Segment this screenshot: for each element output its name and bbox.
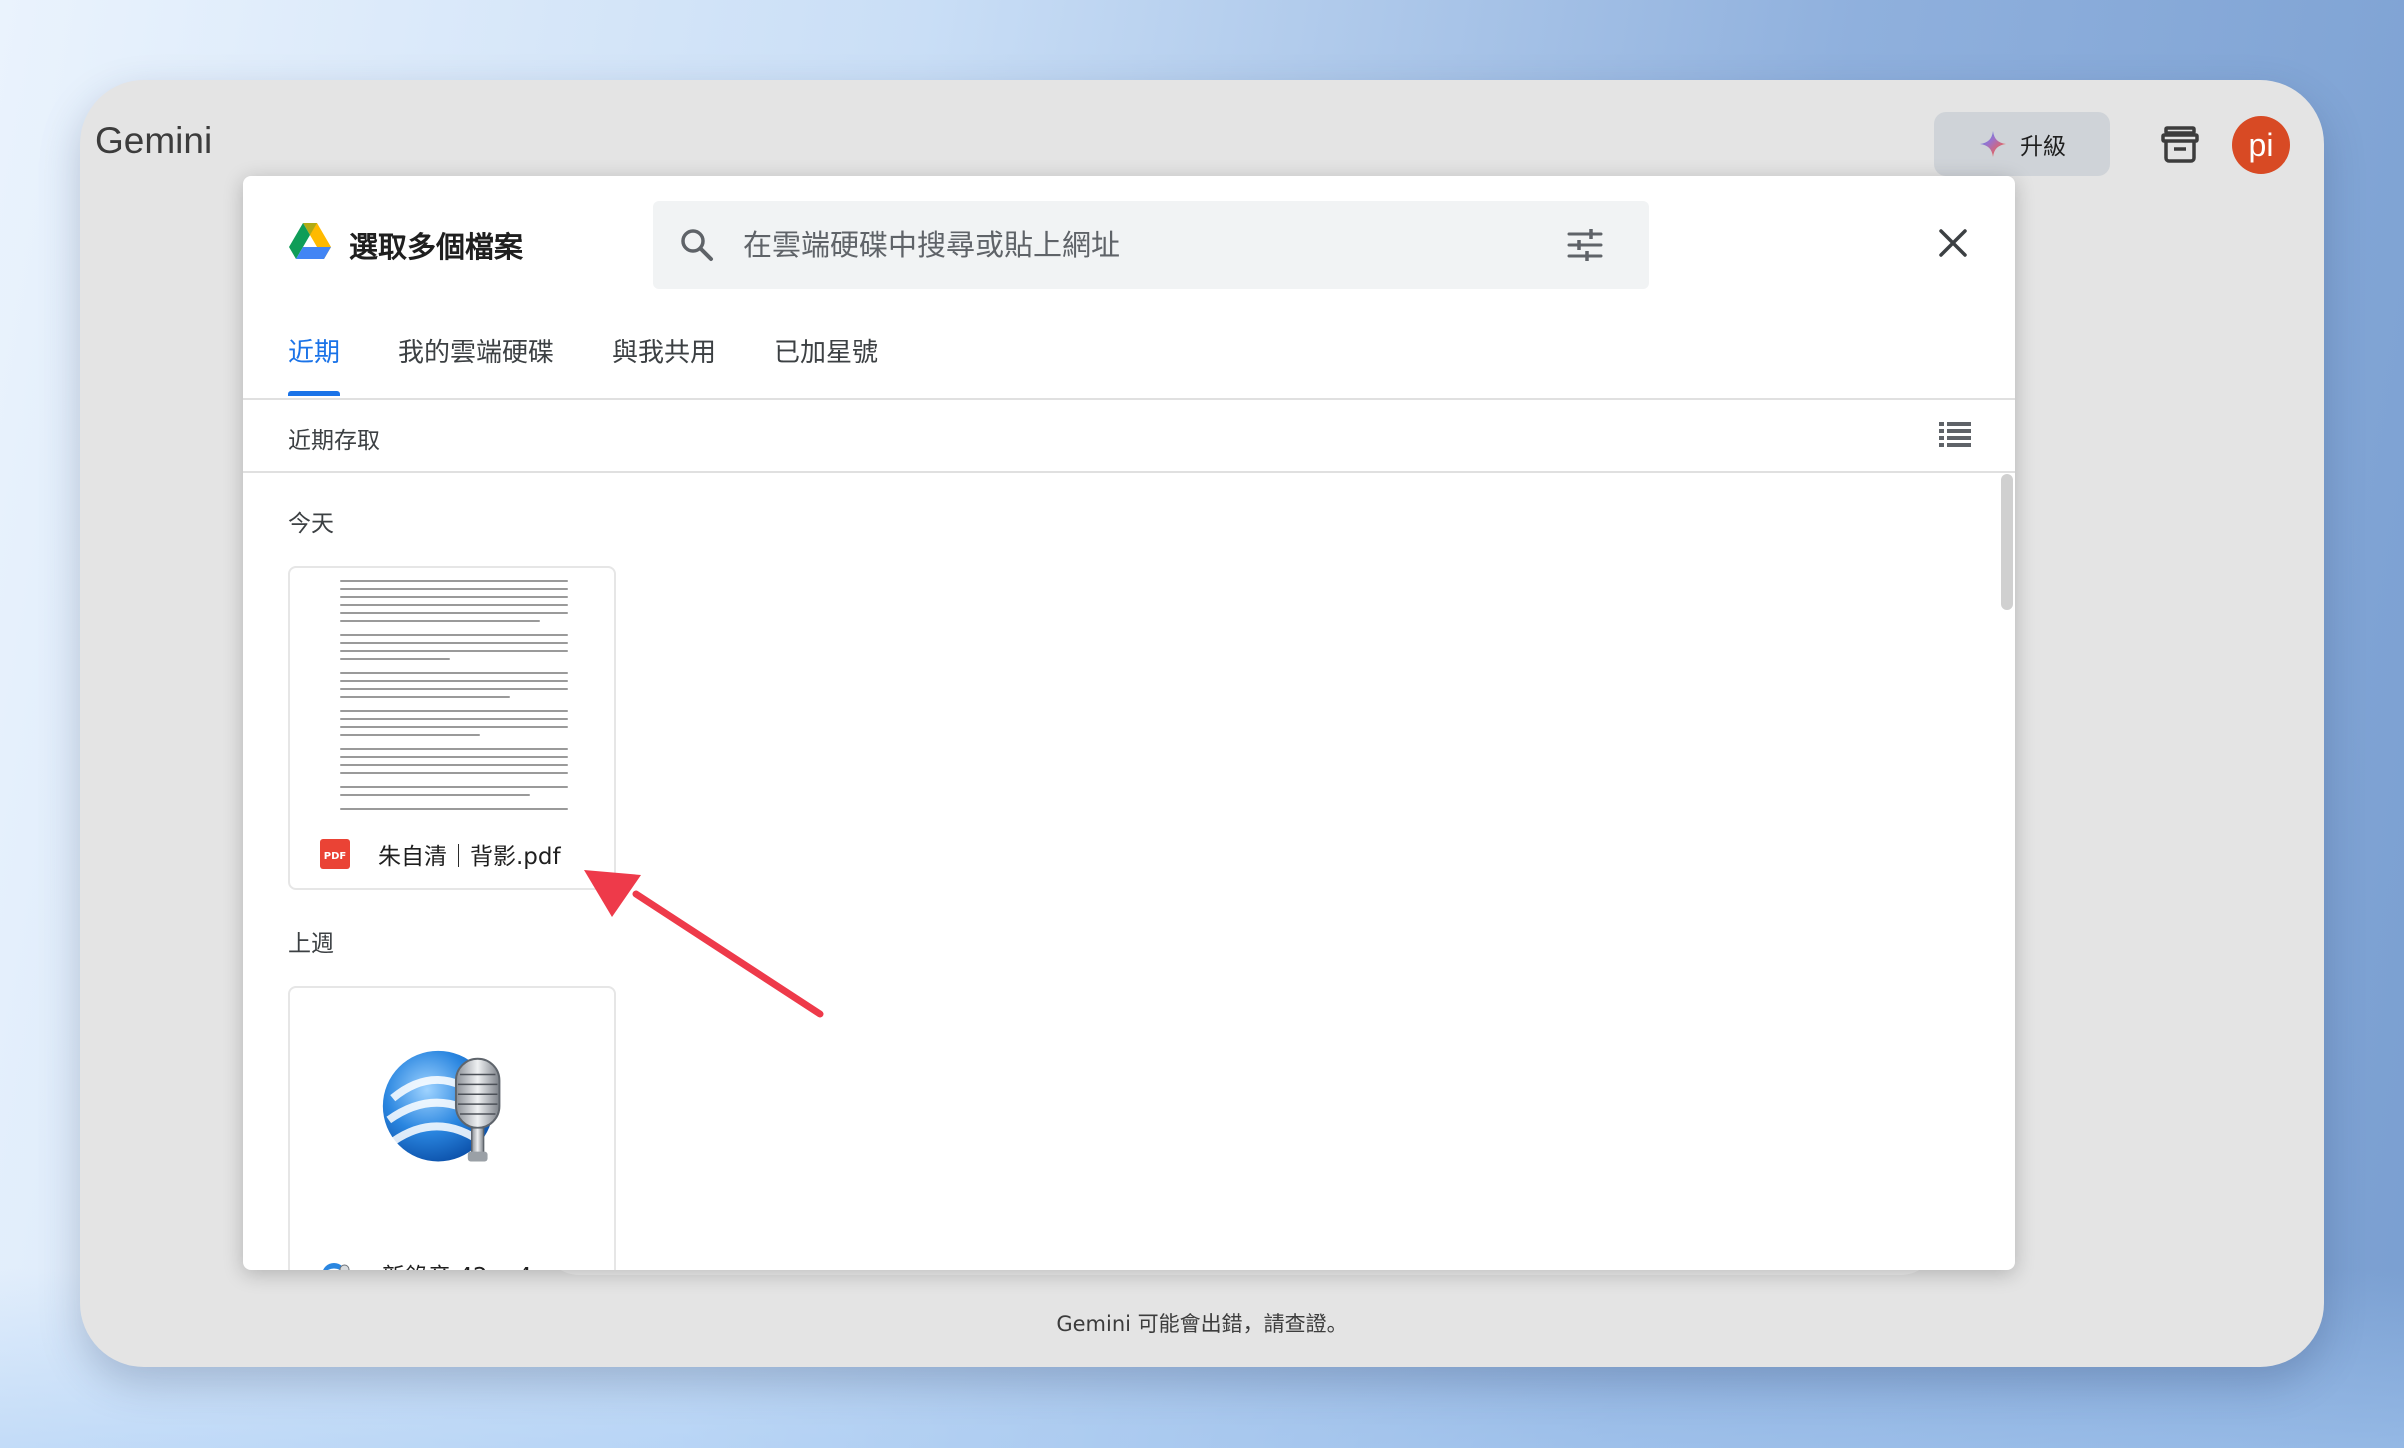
file-picker-dialog: 選取多個檔案 近期 我的雲端硬碟 與我共用 已加星號 [243,176,2015,1270]
tab-starred[interactable]: 已加星號 [774,336,878,396]
scrollbar[interactable] [2001,474,2013,610]
sparkle-icon [1980,131,2006,157]
file-card-audio[interactable]: 新錄音 42.m4a [288,986,616,1270]
list-view-icon[interactable] [1937,416,1973,452]
pdf-icon: PDF [320,839,350,869]
picker-tabs: 近期 我的雲端硬碟 與我共用 已加星號 [288,336,936,396]
search-icon [681,229,713,261]
section-header: 近期存取 [288,428,380,454]
tabs-divider [243,398,2015,400]
audio-file-icon [323,1263,350,1270]
file-name: 新錄音 42.m4a [382,1257,546,1270]
tab-my-drive[interactable]: 我的雲端硬碟 [398,336,554,396]
upgrade-button[interactable]: 升級 [1934,112,2110,176]
drive-logo [289,223,331,259]
picker-title: 選取多個檔案 [349,230,524,264]
close-icon[interactable] [1933,223,1973,263]
trash-icon[interactable] [2158,122,2202,166]
file-name-row: 新錄音 42.m4a [320,1246,546,1270]
upgrade-label: 升級 [2020,134,2066,160]
group-label-last-week: 上週 [288,931,334,957]
microphone-icon [382,1050,501,1162]
file-name: 朱自清｜背影.pdf [378,844,561,870]
app-title: Gemini [95,120,213,161]
tab-recent[interactable]: 近期 [288,336,341,396]
header-divider [243,471,2015,473]
tab-shared-with-me[interactable]: 與我共用 [612,336,716,396]
filter-icon[interactable] [1565,225,1605,265]
file-card-pdf[interactable]: PDF 朱自清｜背影.pdf [288,566,616,890]
svg-text:PDF: PDF [324,851,346,862]
file-name-row: PDF 朱自清｜背影.pdf [320,826,561,882]
file-thumbnail [290,568,614,826]
group-label-today: 今天 [288,511,334,537]
avatar[interactable]: pi [2232,116,2290,174]
search-input[interactable] [743,201,1543,289]
search-box[interactable] [653,201,1649,289]
disclaimer-text: Gemini 可能會出錯，請查證。 [1056,1312,1348,1336]
